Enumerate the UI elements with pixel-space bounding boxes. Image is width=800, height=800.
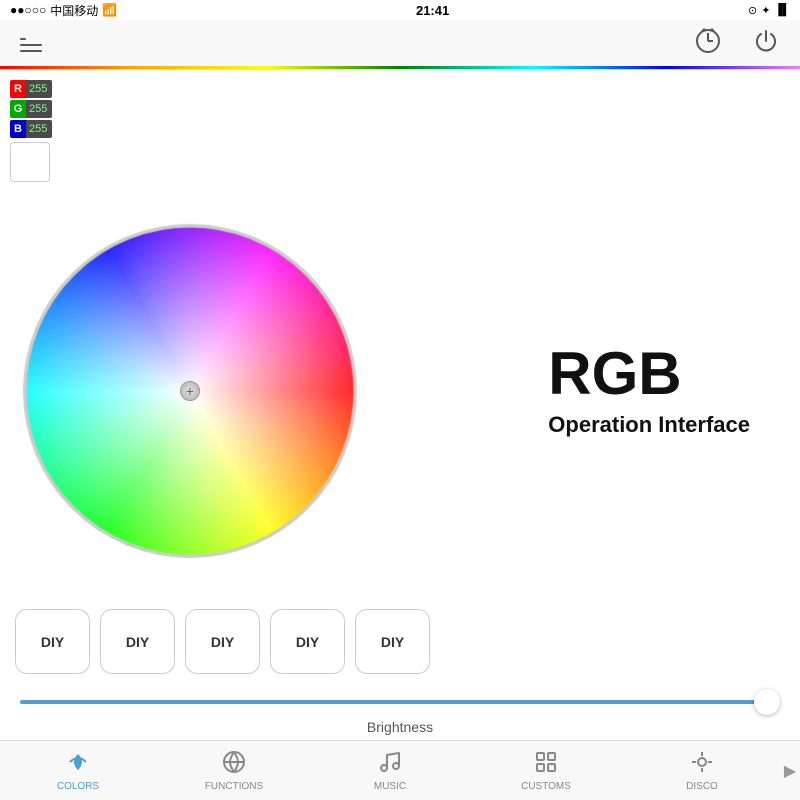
battery-icon: ▐▌ [774,4,790,16]
brightness-label: Brightness [20,719,780,735]
disco-icon [690,750,714,778]
music-label: MUSIC [374,781,406,792]
diy-button-3[interactable]: DIY [185,609,260,674]
rgb-text-area: RGB Operation Interface [548,344,780,438]
wheel-center[interactable]: + [180,381,200,401]
status-right: ⊙ ✦ ▐▌ [748,4,790,17]
b-row: B 255 [10,120,52,138]
color-preview [10,142,50,182]
color-wheel-container[interactable]: + [20,221,360,561]
tab-arrow: ▶ [780,761,800,781]
signal-dots: ●●○○○ [10,3,46,17]
colors-label: COLORS [57,781,99,792]
lock-icon: ⊙ [748,4,757,17]
g-row: G 255 [10,100,52,118]
rgb-labels: R 255 G 255 B 255 [10,80,52,182]
rgb-area: R 255 G 255 B 255 [0,70,800,182]
nav-bar [0,20,800,70]
bluetooth-icon: ✦ [761,4,770,17]
main-content: R 255 G 255 B 255 + RGB Operation Interf… [0,70,800,740]
music-icon [378,750,402,778]
diy-button-5[interactable]: DIY [355,609,430,674]
status-bar: ●●○○○ 中国移动 📶 21:41 ⊙ ✦ ▐▌ [0,0,800,20]
disco-label: DISCO [686,781,718,792]
tab-music[interactable]: MUSIC [312,741,468,800]
brightness-section: Brightness [0,679,800,740]
tab-functions[interactable]: FUNCTIONS [156,741,312,800]
power-icon[interactable] [752,27,780,62]
g-label: G [10,100,26,118]
diy-button-1[interactable]: DIY [15,609,90,674]
functions-label: FUNCTIONS [205,781,263,792]
colors-icon [66,750,90,778]
r-row: R 255 [10,80,52,98]
brightness-thumb[interactable] [754,689,780,715]
status-left: ●●○○○ 中国移动 📶 [10,2,117,19]
r-label: R [10,80,26,98]
wheel-section: + RGB Operation Interface [0,182,800,599]
carrier: 中国移动 [50,2,98,19]
brightness-slider[interactable] [20,687,780,717]
clock-icon[interactable] [694,27,722,62]
tab-disco[interactable]: DISCO [624,741,780,800]
tab-customs[interactable]: CUSTOMS [468,741,624,800]
wifi-icon: 📶 [102,3,117,17]
b-label: B [10,120,26,138]
tab-bar: COLORS FUNCTIONS MUSIC [0,740,800,800]
r-value: 255 [26,80,52,98]
rainbow-bar [0,66,800,69]
diy-button-4[interactable]: DIY [270,609,345,674]
status-time: 21:41 [416,3,449,18]
rgb-subtitle: Operation Interface [548,412,750,438]
diy-button-2[interactable]: DIY [100,609,175,674]
customs-label: CUSTOMS [521,781,571,792]
diy-section: DIY DIY DIY DIY DIY [0,599,800,679]
menu-button[interactable] [20,38,42,52]
b-value: 255 [26,120,52,138]
g-value: 255 [26,100,52,118]
customs-icon [534,750,558,778]
tab-colors[interactable]: COLORS [0,741,156,800]
rgb-title: RGB [548,344,750,404]
brightness-track [20,700,780,704]
functions-icon [222,750,246,778]
